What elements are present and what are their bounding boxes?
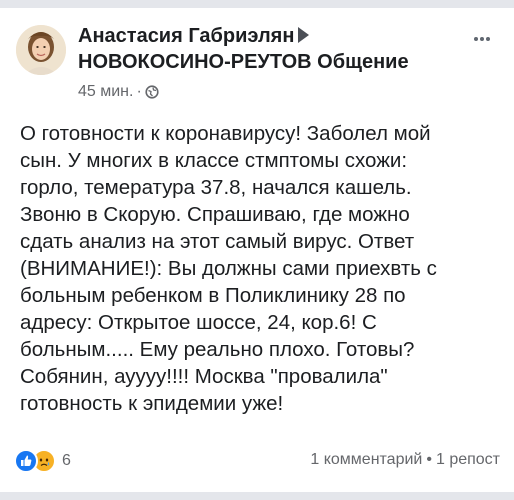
group-name[interactable]: НОВОКОСИНО-РЕУТОВ <box>78 51 312 73</box>
meta-separator: · <box>136 83 142 100</box>
post-text-line: Собянин, ауууу!!!! Москва "провалила" <box>20 365 388 388</box>
facebook-post-screen: Анастасия Габриэлян НОВОКОСИНО-РЕУТОВ Об… <box>0 0 514 500</box>
stats-separator: • <box>426 451 432 468</box>
post-text-line: сдать анализ на этот самый вирус. Ответ <box>20 230 415 253</box>
post-text-line: (ВНИМАНИЕ!): Вы должны сами приехвть с <box>20 257 437 280</box>
group-line: НОВОКОСИНО-РЕУТОВ Общение <box>78 50 458 74</box>
post-time[interactable]: 45 мин. <box>78 83 133 100</box>
arrow-right-icon <box>298 27 310 43</box>
post-text-line: готовность к эпидемии уже! <box>20 392 284 415</box>
globe-icon <box>145 85 159 105</box>
post-text-line: О готовности к коронавирусу! Заболел мой <box>20 122 431 145</box>
post-stats: 1 комментарий • 1 репост <box>310 449 500 471</box>
post-footer: 6 1 комментарий • 1 репост <box>14 448 504 474</box>
post-text-line: больным..... Ему реально плохо. Готовы? <box>20 338 415 361</box>
post-text-line: больным ребенком в Поликлинику 28 по <box>20 284 406 307</box>
group-suffix[interactable]: Общение <box>317 51 408 73</box>
reaction-count: 6 <box>62 452 71 469</box>
author-line: Анастасия Габриэлян <box>78 24 458 48</box>
shares-link[interactable]: 1 репост <box>436 451 500 468</box>
post-text-line: сын. У многих в классе стмптомы схожи: <box>20 149 408 172</box>
like-icon <box>14 449 38 473</box>
comments-link[interactable]: 1 комментарий <box>310 451 422 468</box>
header-text: Анастасия Габриэлян НОВОКОСИНО-РЕУТОВ Об… <box>78 24 458 105</box>
reactions-summary[interactable]: 6 <box>14 448 71 474</box>
more-options-icon[interactable] <box>474 28 496 41</box>
post-text-line: горло, теме­ратура 37.8, начался кашель. <box>20 176 412 199</box>
avatar-image <box>16 25 66 75</box>
bottom-divider <box>0 492 514 500</box>
post-header: Анастасия Габриэлян НОВОКОСИНО-РЕУТОВ Об… <box>14 22 504 112</box>
post-body: О готовности к коронавирусу! Заболел мой… <box>20 120 508 417</box>
post-text-line: Звоню в Скорую. Спрашиваю, где можно <box>20 203 410 226</box>
author-avatar[interactable] <box>16 25 66 75</box>
post-meta: 45 мин. · <box>78 82 458 105</box>
top-divider <box>0 0 514 8</box>
author-name[interactable]: Анастасия Габриэлян <box>78 25 294 47</box>
post-text-line: адресу: Открытое шоссе, 24, кор.6! С <box>20 311 377 334</box>
